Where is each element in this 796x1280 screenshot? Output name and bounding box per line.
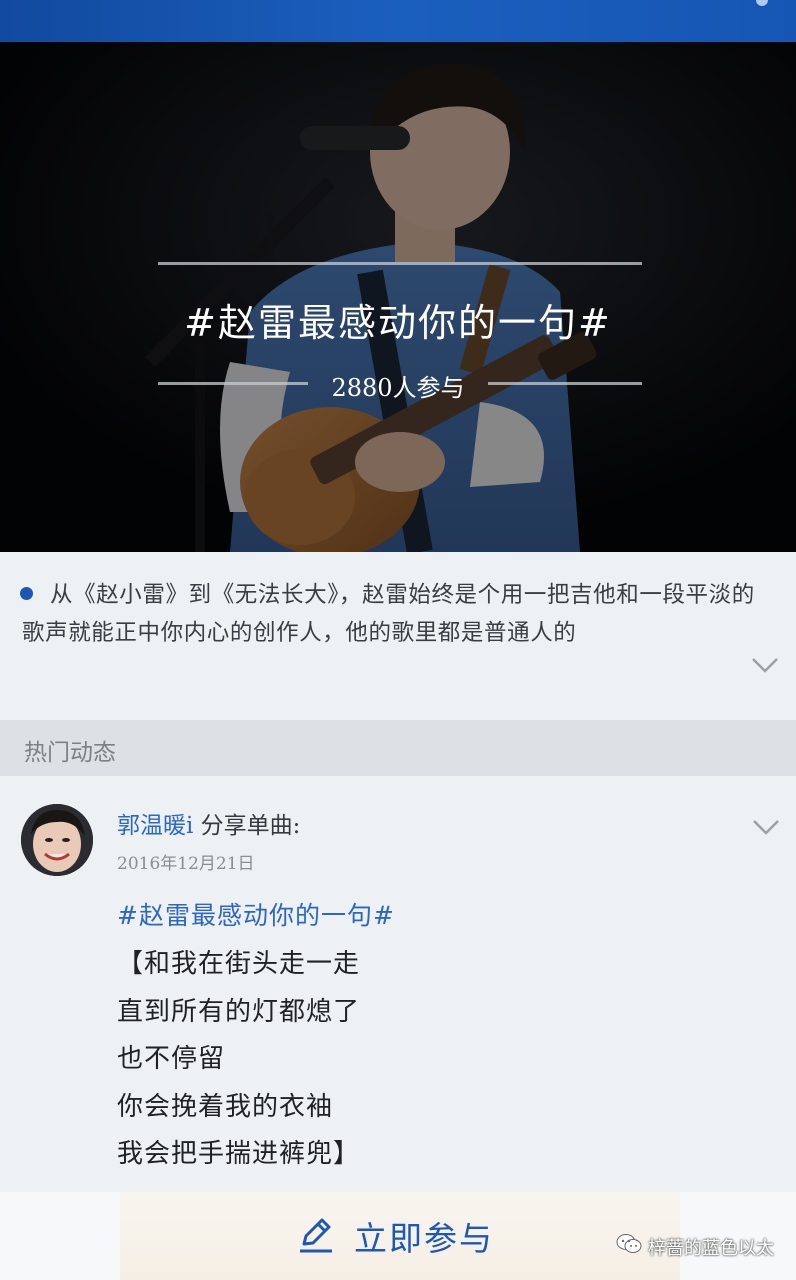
hero-rule-top — [158, 262, 642, 265]
lyric-line: 你会挽着我的衣袖 — [117, 1091, 334, 1122]
post-action: 分享单曲: — [193, 813, 301, 839]
wechat-icon — [616, 1233, 642, 1260]
post-lyrics: 【和我在街头走一走 直到所有的灯都熄了 也不停留 你会挽着我的衣袖 我会把手揣进… — [117, 941, 360, 1179]
section-title: 热门动态 — [24, 740, 116, 766]
post-hashtag[interactable]: #赵雷最感动你的一句# — [117, 896, 395, 932]
topic-hero-banner: #赵雷最感动你的一句# 2880人参与 — [0, 42, 796, 552]
lyric-line: 【和我在街头走一走 — [117, 949, 361, 979]
lyric-line: 我会把手揣进裤兜】 — [117, 1139, 361, 1169]
join-label: 立即参与 — [354, 1219, 494, 1258]
description-text: 从《赵小雷》到《无法长大》，赵雷始终是个用一把吉他和一段平淡的歌声就能正中你内心… — [22, 582, 755, 646]
watermark: 梓蔷的蓝色以太 — [616, 1233, 774, 1260]
topic-title: #赵雷最感动你的一句# — [184, 301, 612, 345]
top-bar — [0, 0, 796, 42]
watermark-text: 梓蔷的蓝色以太 — [648, 1237, 774, 1259]
lyric-line: 直到所有的灯都熄了 — [117, 996, 361, 1027]
pencil-icon — [296, 1214, 336, 1258]
lyric-line: 也不停留 — [117, 1044, 226, 1074]
section-header: 热门动态 — [0, 720, 796, 776]
author-name[interactable]: 郭温暖i — [117, 813, 193, 839]
avatar[interactable] — [21, 804, 93, 876]
chevron-down-icon[interactable] — [751, 656, 778, 682]
post-card[interactable]: 郭温暖i 分享单曲: 2016年12月21日 #赵雷最感动你的一句# 【和我在街… — [0, 776, 796, 1192]
post-author-line: 郭温暖i 分享单曲: — [117, 806, 300, 840]
top-bar-glint — [756, 0, 768, 6]
join-button[interactable]: 立即参与 — [296, 1212, 494, 1260]
participant-count: 2880人参与 — [331, 374, 465, 402]
topic-description[interactable]: 从《赵小雷》到《无法长大》，赵雷始终是个用一把吉他和一段平淡的歌声就能正中你内心… — [0, 552, 796, 718]
chevron-down-icon[interactable] — [752, 818, 779, 844]
post-date: 2016年12月21日 — [117, 854, 255, 874]
